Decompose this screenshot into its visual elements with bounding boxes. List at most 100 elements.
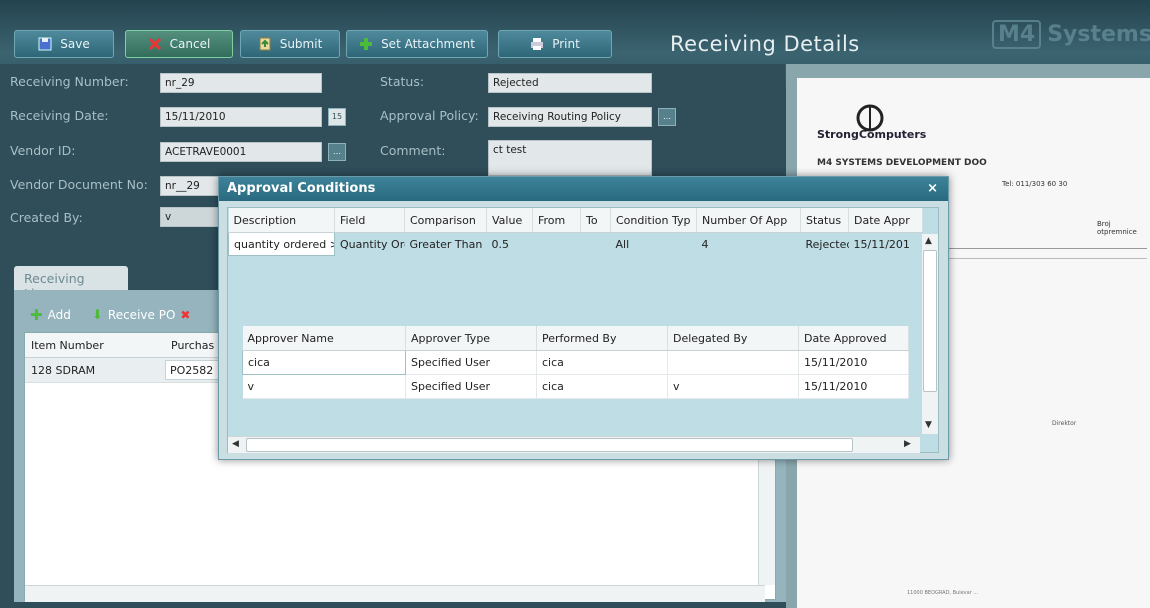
- column-header[interactable]: Performed By: [536, 326, 668, 351]
- cell: v: [667, 374, 799, 399]
- cell: v: [242, 374, 406, 399]
- submit-label: Submit: [279, 37, 323, 51]
- receiving-number-label: Receiving Number:: [10, 74, 129, 89]
- submit-document-icon: [258, 37, 272, 51]
- created-by-field: v: [160, 207, 220, 227]
- scroll-left-icon[interactable]: ◀: [232, 439, 239, 449]
- vendor-doc-label: Vendor Document No:: [10, 177, 148, 192]
- lines-horizontal-scrollbar[interactable]: [25, 585, 765, 602]
- set-attachment-button[interactable]: Set Attachment: [346, 30, 488, 58]
- approval-policy-info-icon[interactable]: …: [658, 108, 676, 126]
- print-label: Print: [552, 37, 580, 51]
- column-header[interactable]: Comparison: [404, 208, 487, 233]
- receiving-date-field[interactable]: 15/11/2010: [160, 107, 322, 127]
- document-signature-label: Direktor: [1052, 420, 1077, 427]
- scroll-down-icon[interactable]: ▼: [925, 420, 932, 430]
- delete-icon[interactable]: ✖: [180, 308, 190, 322]
- status-field: Rejected: [488, 73, 652, 93]
- cell: Specified User: [405, 374, 537, 399]
- cell: All: [615, 237, 630, 251]
- column-header[interactable]: Field: [334, 208, 405, 233]
- cell: cica: [536, 350, 668, 375]
- save-label: Save: [60, 37, 90, 51]
- scroll-up-icon[interactable]: ▲: [925, 236, 932, 246]
- cell: 128 SDRAM: [31, 364, 96, 377]
- column-header[interactable]: Number Of App: [696, 208, 801, 233]
- column-header[interactable]: From: [532, 208, 581, 233]
- add-label: Add: [47, 308, 71, 322]
- set-attachment-label: Set Attachment: [381, 37, 475, 51]
- save-button[interactable]: Save: [14, 30, 114, 58]
- table-row[interactable]: quantity ordered > : Quantity Ord Greate…: [228, 232, 923, 256]
- cell: 15/11/201: [853, 237, 910, 251]
- column-header[interactable]: Status: [800, 208, 849, 233]
- column-header[interactable]: Date Appr: [848, 208, 923, 233]
- document-footer: 11000 BEOGRAD, Bulevar ...: [907, 590, 979, 596]
- cell[interactable]: cica: [242, 350, 406, 375]
- cancel-button[interactable]: Cancel: [125, 30, 233, 58]
- column-header[interactable]: Description: [228, 208, 335, 233]
- printer-icon: [530, 37, 544, 51]
- receive-po-label: Receive PO: [107, 308, 176, 322]
- document-recipient: M4 SYSTEMS DEVELOPMENT DOO: [817, 158, 987, 168]
- calendar-icon[interactable]: 15: [328, 108, 346, 126]
- logo-text: Systems: [1047, 22, 1150, 47]
- approval-conditions-dialog: Approval Conditions × Description Field …: [218, 176, 949, 460]
- cell: Quantity Ord: [340, 237, 405, 251]
- cell: 0.5: [491, 237, 510, 251]
- receiving-date-label: Receiving Date:: [10, 108, 109, 123]
- approval-policy-field[interactable]: Receiving Routing Policy: [488, 107, 652, 127]
- conditions-grid: Description Field Comparison Value From …: [228, 208, 923, 256]
- tab-receiving-lines[interactable]: Receiving Lines: [14, 266, 128, 301]
- print-button[interactable]: Print: [498, 30, 612, 58]
- vendor-doc-field[interactable]: nr__29: [160, 176, 220, 196]
- cell[interactable]: quantity ordered > :: [228, 232, 335, 256]
- document-phone: Tel: 011/303 60 30: [1002, 180, 1068, 188]
- vendor-lookup-icon[interactable]: …: [328, 143, 346, 161]
- scroll-thumb[interactable]: [923, 250, 937, 392]
- column-header[interactable]: Item Number: [25, 333, 165, 357]
- comment-label: Comment:: [380, 143, 446, 158]
- cancel-x-icon: [148, 37, 162, 51]
- document-number-label: Broj otpremnice: [1097, 220, 1137, 236]
- cell: 15/11/2010: [798, 374, 909, 399]
- cell: 4: [701, 237, 709, 251]
- cell: 15/11/2010: [798, 350, 909, 375]
- conditions-horizontal-scrollbar[interactable]: ◀ ▶: [228, 436, 920, 453]
- vendor-id-label: Vendor ID:: [10, 143, 76, 158]
- receiving-number-field[interactable]: nr_29: [160, 73, 322, 93]
- column-header[interactable]: Approver Type: [405, 326, 537, 351]
- receive-po-button[interactable]: ⬇ Receive PO ✖: [92, 305, 212, 325]
- column-header[interactable]: Value: [486, 208, 533, 233]
- close-icon[interactable]: ×: [927, 181, 938, 196]
- add-line-button[interactable]: ✚ Add: [30, 305, 90, 325]
- vendor-id-field[interactable]: ACETRAVE0001: [160, 142, 322, 162]
- cell: [667, 350, 799, 375]
- table-row[interactable]: v Specified User cica v 15/11/2010: [242, 374, 909, 399]
- table-row[interactable]: cica Specified User cica 15/11/2010: [242, 350, 909, 375]
- comment-field[interactable]: ct test: [488, 140, 652, 176]
- cancel-label: Cancel: [169, 37, 211, 51]
- scroll-thumb[interactable]: [246, 438, 853, 452]
- column-header[interactable]: Date Approved: [798, 326, 909, 351]
- status-label: Status:: [380, 74, 425, 89]
- company-logo: M4 Systems: [992, 20, 1150, 49]
- column-header[interactable]: Delegated By: [667, 326, 799, 351]
- conditions-vertical-scrollbar[interactable]: ▲ ▼: [921, 234, 938, 434]
- cell: Greater Than: [409, 237, 483, 251]
- dialog-header: Approval Conditions ×: [219, 177, 948, 201]
- logo-mark: M4: [992, 20, 1042, 49]
- submit-button[interactable]: Submit: [240, 30, 340, 58]
- cell: cica: [536, 374, 668, 399]
- cell[interactable]: PO2582: [165, 360, 225, 380]
- column-header[interactable]: Approver Name: [242, 326, 406, 351]
- cell: Rejected: [805, 237, 849, 251]
- column-header[interactable]: Condition Typ: [610, 208, 697, 233]
- column-header[interactable]: To: [580, 208, 611, 233]
- floppy-disk-icon: [38, 37, 52, 51]
- plus-icon: ✚: [30, 306, 43, 324]
- scroll-right-icon[interactable]: ▶: [904, 439, 911, 449]
- approvers-grid: Approver Name Approver Type Performed By…: [242, 326, 909, 399]
- document-company: StrongComputers: [817, 128, 927, 141]
- lines-vertical-scrollbar[interactable]: [758, 455, 775, 585]
